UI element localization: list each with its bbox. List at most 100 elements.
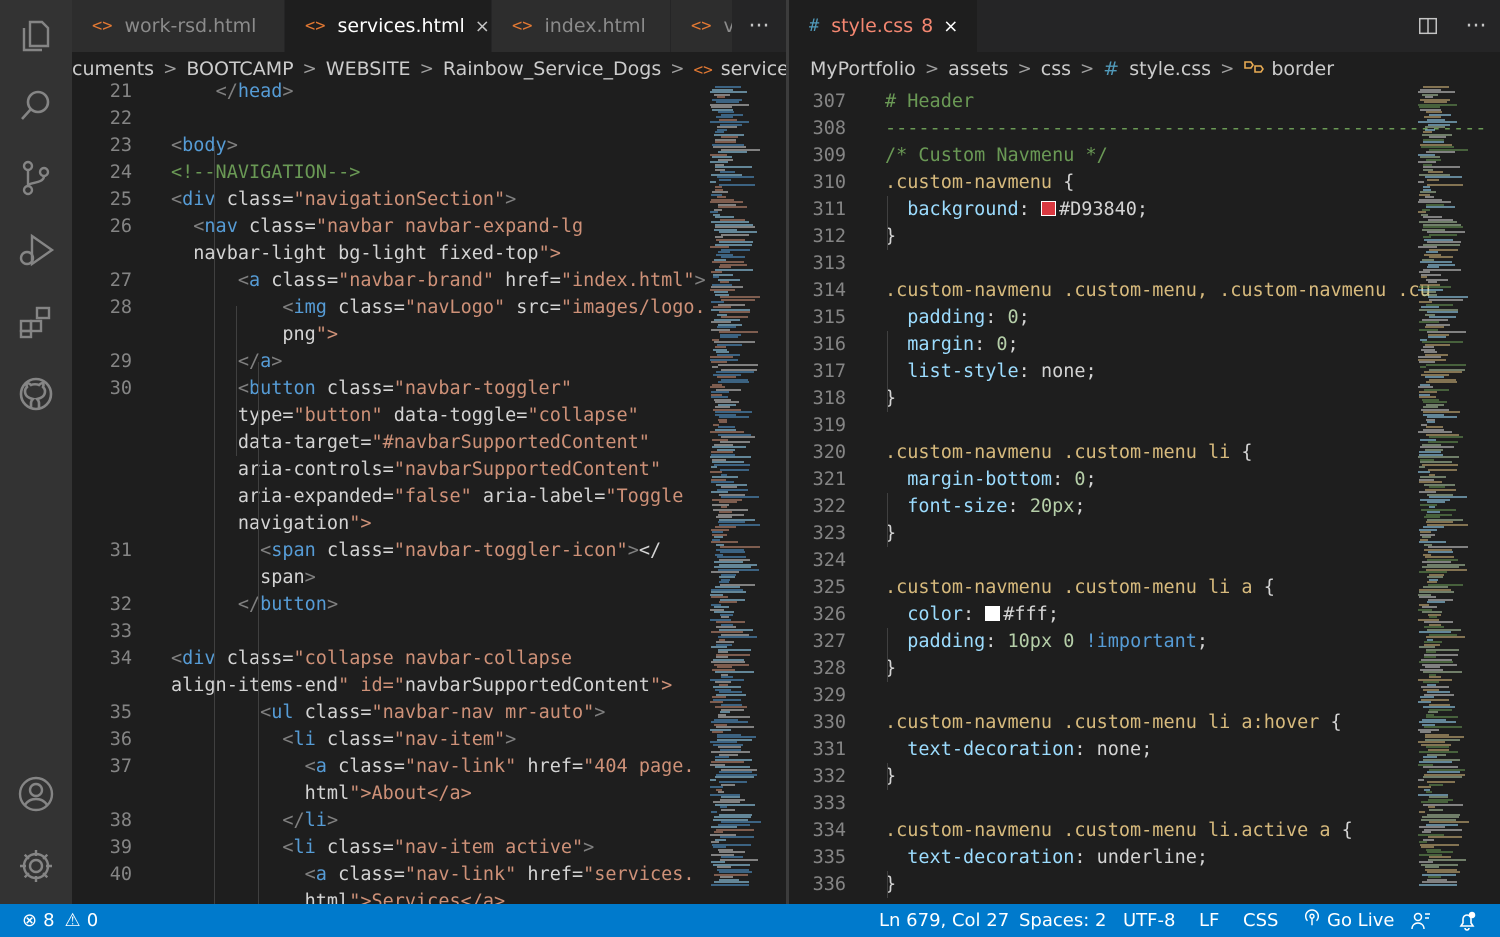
- split-editor-icon[interactable]: [1404, 0, 1452, 52]
- breadcrumb-item[interactable]: assets: [948, 58, 1008, 80]
- code-line[interactable]: 28 <img class="navLogo" src="images/logo…: [72, 294, 786, 321]
- color-swatch[interactable]: [985, 606, 1001, 621]
- tab-style-css[interactable]: # style.css 8 ×: [789, 0, 978, 52]
- code-line[interactable]: 34 <div class="collapse navbar-collapse: [72, 645, 786, 672]
- code-line[interactable]: 32 </button>: [72, 591, 786, 618]
- code-line[interactable]: 324: [789, 547, 1500, 574]
- code-line[interactable]: 21 </head>: [72, 78, 786, 105]
- code-line[interactable]: 26 <nav class="navbar navbar-expand-lg: [72, 213, 786, 240]
- code-line[interactable]: type="button" data-toggle="collapse": [72, 402, 786, 429]
- code-line[interactable]: 30 <button class="navbar-toggler": [72, 375, 786, 402]
- code-line[interactable]: 336}: [789, 871, 1500, 898]
- breadcrumb-item[interactable]: Rainbow_Service_Dogs: [443, 58, 661, 80]
- github-icon[interactable]: [14, 372, 58, 416]
- code-line[interactable]: 31 <span class="navbar-toggler-icon"></: [72, 537, 786, 564]
- code-line[interactable]: 317 list-style: none;: [789, 358, 1500, 385]
- explorer-icon[interactable]: [14, 14, 58, 58]
- code-line[interactable]: 38 </li>: [72, 807, 786, 834]
- close-icon[interactable]: ×: [943, 16, 958, 37]
- code-line[interactable]: 35 <ul class="navbar-nav mr-auto">: [72, 699, 786, 726]
- indentation[interactable]: Spaces: 2: [1019, 904, 1106, 937]
- code-line[interactable]: 333: [789, 790, 1500, 817]
- tab-overflow[interactable]: <> v: [671, 0, 736, 52]
- breadcrumb-item[interactable]: css: [1041, 58, 1071, 80]
- code-line[interactable]: 310 .custom-navmenu {: [789, 169, 1500, 196]
- code-line[interactable]: 33: [72, 618, 786, 645]
- code-line[interactable]: 329: [789, 682, 1500, 709]
- code-line[interactable]: align-items-end" id="navbarSupportedCont…: [72, 672, 786, 699]
- code-line[interactable]: 37 <a class="nav-link" href="404 page.: [72, 753, 786, 780]
- code-line[interactable]: 318}: [789, 385, 1500, 412]
- code-line[interactable]: 40 <a class="nav-link" href="services.: [72, 861, 786, 888]
- code-line[interactable]: 27 <a class="navbar-brand" href="index.h…: [72, 267, 786, 294]
- code-line[interactable]: 311 background: #D93840;: [789, 196, 1500, 223]
- code-line[interactable]: 327 padding: 10px 0 !important;: [789, 628, 1500, 655]
- end-of-line[interactable]: LF: [1199, 904, 1219, 937]
- source-control-icon[interactable]: [14, 156, 58, 200]
- code-line[interactable]: data-target="#navbarSupportedContent": [72, 429, 786, 456]
- minimap[interactable]: [708, 86, 762, 904]
- code-line[interactable]: 308 -------------------------------------…: [789, 115, 1500, 142]
- problems-indicator[interactable]: ⊗ 8 ⚠ 0: [22, 904, 98, 937]
- breadcrumb-item[interactable]: style.css: [1129, 58, 1211, 80]
- breadcrumb-item[interactable]: WEBSITE: [326, 58, 411, 80]
- code-line[interactable]: aria-expanded="false" aria-label="Toggle: [72, 483, 786, 510]
- code-line[interactable]: png">: [72, 321, 786, 348]
- code-line[interactable]: 39 <li class="nav-item active">: [72, 834, 786, 861]
- code-line[interactable]: 323}: [789, 520, 1500, 547]
- code-line[interactable]: 36 <li class="nav-item">: [72, 726, 786, 753]
- vertical-scrollbar[interactable]: [1486, 86, 1500, 904]
- code-line[interactable]: 315 padding: 0;: [789, 304, 1500, 331]
- code-line[interactable]: 331 text-decoration: none;: [789, 736, 1500, 763]
- minimap[interactable]: [1416, 86, 1470, 904]
- code-line[interactable]: 326 color: #fff;: [789, 601, 1500, 628]
- code-line[interactable]: 332}: [789, 763, 1500, 790]
- account-icon[interactable]: [14, 772, 58, 816]
- code-line[interactable]: 321 margin-bottom: 0;: [789, 466, 1500, 493]
- extensions-icon[interactable]: [14, 300, 58, 344]
- tab-index-html[interactable]: <> index.html: [492, 0, 671, 52]
- code-line[interactable]: 312}: [789, 223, 1500, 250]
- code-line[interactable]: 314 .custom-navmenu .custom-menu, .custom…: [789, 277, 1500, 304]
- code-line[interactable]: 22: [72, 105, 786, 132]
- breadcrumb-item[interactable]: BOOTCAMP: [186, 58, 293, 80]
- code-line[interactable]: navigation">: [72, 510, 786, 537]
- code-line[interactable]: html">Services</a>: [72, 888, 786, 904]
- tab-work-rsd-html[interactable]: <> work-rsd.html: [72, 0, 285, 52]
- code-line[interactable]: navbar-light bg-light fixed-top">: [72, 240, 786, 267]
- code-line[interactable]: 330 .custom-navmenu .custom-menu li a:hov…: [789, 709, 1500, 736]
- code-line[interactable]: 320 .custom-navmenu .custom-menu li {: [789, 439, 1500, 466]
- code-line[interactable]: 24 <!--NAVIGATION-->: [72, 159, 786, 186]
- cursor-position[interactable]: Ln 679, Col 27: [879, 904, 1009, 937]
- search-icon[interactable]: [14, 84, 58, 128]
- code-line[interactable]: 25 <div class="navigationSection">: [72, 186, 786, 213]
- color-swatch[interactable]: [1040, 201, 1056, 216]
- settings-gear-icon[interactable]: [14, 844, 58, 888]
- code-line[interactable]: 29 </a>: [72, 348, 786, 375]
- more-actions-button[interactable]: ···: [732, 0, 786, 52]
- breadcrumb-item[interactable]: services.html: [721, 58, 786, 80]
- code-line[interactable]: 316 margin: 0;: [789, 331, 1500, 358]
- go-live-button[interactable]: Go Live: [1303, 904, 1394, 937]
- code-line[interactable]: 319: [789, 412, 1500, 439]
- code-line[interactable]: 328}: [789, 655, 1500, 682]
- language-mode[interactable]: CSS: [1243, 904, 1278, 937]
- code-editor[interactable]: 21 </head> 22 23 <body> 24 <!--NAVIGATION--> 2…: [72, 81, 786, 904]
- code-line[interactable]: span>: [72, 564, 786, 591]
- code-line[interactable]: 23 <body>: [72, 132, 786, 159]
- breadcrumb-item[interactable]: cuments: [72, 58, 154, 80]
- code-line[interactable]: 325 .custom-navmenu .custom-menu li a {: [789, 574, 1500, 601]
- feedback-icon[interactable]: [1410, 904, 1432, 937]
- code-line[interactable]: 309 /* Custom Navmenu */: [789, 142, 1500, 169]
- vertical-scrollbar[interactable]: [766, 86, 780, 904]
- code-line[interactable]: html">About</a>: [72, 780, 786, 807]
- code-line[interactable]: 334 .custom-navmenu .custom-menu li.activ…: [789, 817, 1500, 844]
- more-actions-button[interactable]: ···: [1452, 0, 1500, 52]
- tab-services-html[interactable]: <> services.html ×: [285, 0, 492, 52]
- code-editor[interactable]: 307 # Header 308 --------------------------…: [789, 86, 1500, 904]
- code-line[interactable]: 322 font-size: 20px;: [789, 493, 1500, 520]
- encoding[interactable]: UTF-8: [1123, 904, 1175, 937]
- close-icon[interactable]: ×: [475, 16, 490, 37]
- breadcrumb-item[interactable]: MyPortfolio: [810, 58, 916, 80]
- code-line[interactable]: 307 # Header: [789, 88, 1500, 115]
